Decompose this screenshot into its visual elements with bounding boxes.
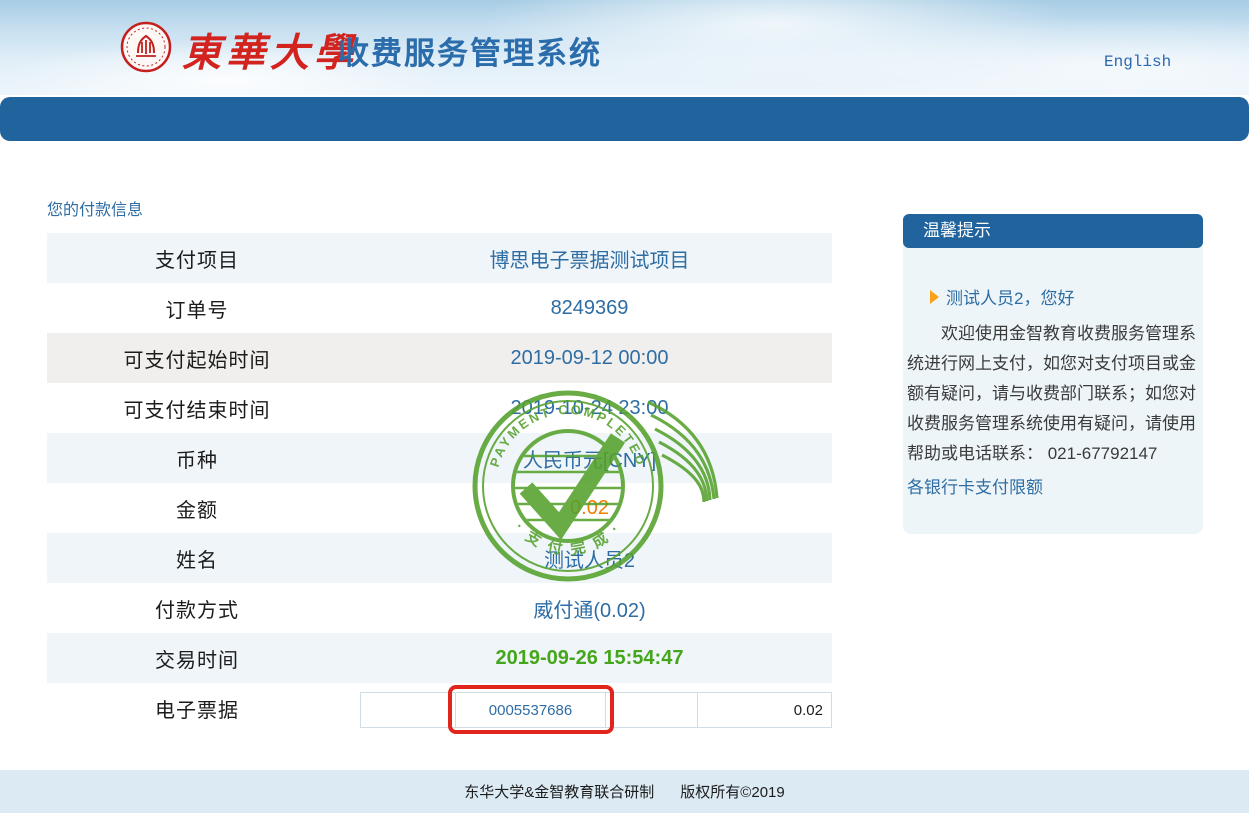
row-label: 订单号 — [47, 294, 347, 323]
page-footer: 东华大学&金智教育联合研制 版权所有©2019 — [0, 770, 1249, 813]
payment-section-title: 您的付款信息 — [47, 196, 143, 220]
e-receipt-empty-cell — [361, 693, 455, 727]
row-label: 支付项目 — [47, 244, 347, 273]
row-currency: 币种 人民币元[CNY] — [47, 433, 832, 483]
row-label: 姓名 — [47, 544, 347, 573]
page-header: 東華大學 收费服务管理系统 English — [0, 0, 1249, 95]
row-transaction-time: 交易时间 2019-09-26 15:54:47 — [47, 633, 832, 683]
system-title: 收费服务管理系统 — [338, 28, 602, 73]
row-payment-method: 付款方式 威付通(0.02) — [47, 583, 832, 633]
bank-card-limit-link[interactable]: 各银行卡支付限额 — [907, 473, 1043, 498]
row-order-number: 订单号 8249369 — [47, 283, 832, 333]
university-name: 東華大學 — [182, 22, 358, 78]
footer-credit: 东华大学&金智教育联合研制 — [464, 781, 654, 802]
row-payment-item: 支付项目 博思电子票据测试项目 — [47, 233, 832, 283]
footer-copyright: 版权所有©2019 — [680, 781, 784, 802]
row-value: 2019-10-24 23:00 — [347, 397, 832, 420]
payment-result-page: 東華大學 收费服务管理系统 English 您的付款信息 支付项目 博思电子票据… — [0, 0, 1249, 813]
row-value: 威付通(0.02) — [347, 594, 832, 623]
user-greeting-text: 测试人员2，您好 — [946, 284, 1074, 309]
row-label: 币种 — [47, 444, 347, 473]
tips-sidebar: 温馨提示 测试人员2，您好 欢迎使用金智教育收费服务管理系统进行网上支付，如您对… — [903, 214, 1203, 534]
english-language-link[interactable]: English — [1104, 53, 1171, 71]
welcome-message: 欢迎使用金智教育收费服务管理系统进行网上支付，如您对支付项目或金额有疑问，请与收… — [907, 319, 1199, 469]
e-receipt-table: 0005537686 0.02 — [360, 692, 832, 728]
university-seal-icon — [120, 21, 172, 73]
row-pay-end-time: 可支付结束时间 2019-10-24 23:00 — [47, 383, 832, 433]
row-e-receipt: 电子票据 0005537686 0.02 — [47, 683, 832, 733]
row-value: 博思电子票据测试项目 — [347, 244, 832, 273]
row-label: 可支付结束时间 — [47, 394, 347, 423]
row-label: 付款方式 — [47, 594, 347, 623]
row-pay-start-time: 可支付起始时间 2019-09-12 00:00 — [47, 333, 832, 383]
row-value: 测试人员2 — [347, 544, 832, 573]
row-value: 人民币元[CNY] — [347, 444, 832, 473]
e-receipt-number-link[interactable]: 0005537686 — [455, 693, 605, 727]
orange-arrow-icon — [930, 290, 939, 304]
row-name: 姓名 测试人员2 — [47, 533, 832, 583]
row-label: 电子票据 — [47, 694, 347, 723]
row-label: 可支付起始时间 — [47, 344, 347, 373]
row-value: 2019-09-12 00:00 — [347, 347, 832, 370]
row-value-transaction-time: 2019-09-26 15:54:47 — [347, 647, 832, 670]
row-label: 交易时间 — [47, 644, 347, 673]
row-value-amount: 0.02 — [347, 497, 832, 520]
payment-info-table: 支付项目 博思电子票据测试项目 订单号 8249369 可支付起始时间 2019… — [47, 233, 832, 733]
row-value: 8249369 — [347, 297, 832, 320]
e-receipt-empty-cell — [605, 693, 697, 727]
row-label: 金额 — [47, 494, 347, 523]
tips-sidebar-title: 温馨提示 — [903, 214, 1203, 248]
user-greeting: 测试人员2，您好 — [903, 284, 1203, 309]
e-receipt-amount: 0.02 — [697, 693, 831, 727]
row-amount: 金额 0.02 — [47, 483, 832, 533]
nav-bar — [0, 97, 1249, 141]
